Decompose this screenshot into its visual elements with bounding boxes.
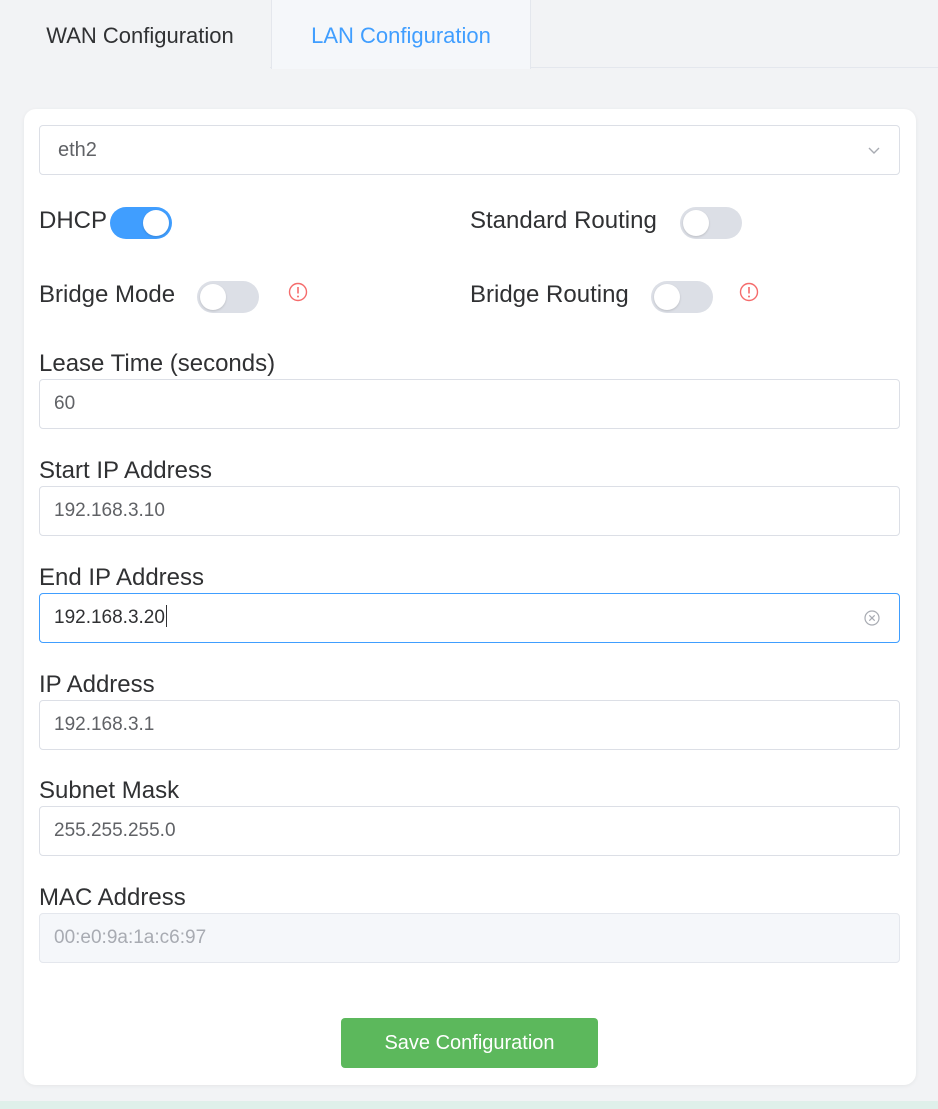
- end-ip-input[interactable]: 192.168.3.20: [39, 593, 900, 643]
- start-ip-input[interactable]: [39, 486, 900, 536]
- page: WAN Configuration LAN Configuration eth2…: [0, 0, 938, 1109]
- switch-knob: [654, 284, 680, 310]
- switch-knob: [683, 210, 709, 236]
- bottom-strip: [0, 1101, 938, 1109]
- subnet-mask-label: Subnet Mask: [39, 777, 180, 804]
- warning-circle-icon[interactable]: [739, 282, 759, 302]
- lan-config-card: eth2 DHCP Standard Routing Bridge Mode B…: [24, 109, 916, 1085]
- standard-routing-label: Standard Routing: [470, 207, 657, 234]
- switch-knob: [143, 210, 169, 236]
- lease-time-input[interactable]: [39, 379, 900, 429]
- subnet-mask-input[interactable]: [39, 806, 900, 856]
- end-ip-label: End IP Address: [39, 564, 204, 591]
- dhcp-label: DHCP: [39, 207, 108, 234]
- interface-select[interactable]: eth2: [39, 125, 900, 175]
- tab-wan-configuration[interactable]: WAN Configuration: [10, 0, 270, 68]
- text-caret: [165, 605, 167, 628]
- standard-routing-switch[interactable]: [680, 207, 742, 239]
- bridge-routing-label: Bridge Routing: [470, 281, 629, 308]
- clear-circle-icon[interactable]: [863, 609, 881, 627]
- warning-circle-icon[interactable]: [288, 282, 308, 302]
- mac-address-label: MAC Address: [39, 884, 186, 911]
- start-ip-label: Start IP Address: [39, 457, 212, 484]
- chevron-down-icon: [868, 147, 880, 154]
- switch-knob: [200, 284, 226, 310]
- bridge-routing-switch[interactable]: [651, 281, 713, 313]
- bridge-mode-switch[interactable]: [197, 281, 259, 313]
- save-configuration-button[interactable]: Save Configuration: [341, 1018, 598, 1068]
- mac-address-input: [39, 913, 900, 963]
- bridge-mode-label: Bridge Mode: [39, 281, 176, 308]
- ip-address-input[interactable]: [39, 700, 900, 750]
- end-ip-value: 192.168.3.20: [54, 607, 165, 628]
- tab-bar: WAN Configuration LAN Configuration: [10, 0, 938, 69]
- tab-lan-configuration[interactable]: LAN Configuration: [271, 0, 531, 69]
- lease-time-label: Lease Time (seconds): [39, 350, 276, 377]
- ip-address-label: IP Address: [39, 671, 155, 698]
- interface-select-value: eth2: [58, 139, 97, 161]
- dhcp-switch[interactable]: [110, 207, 172, 239]
